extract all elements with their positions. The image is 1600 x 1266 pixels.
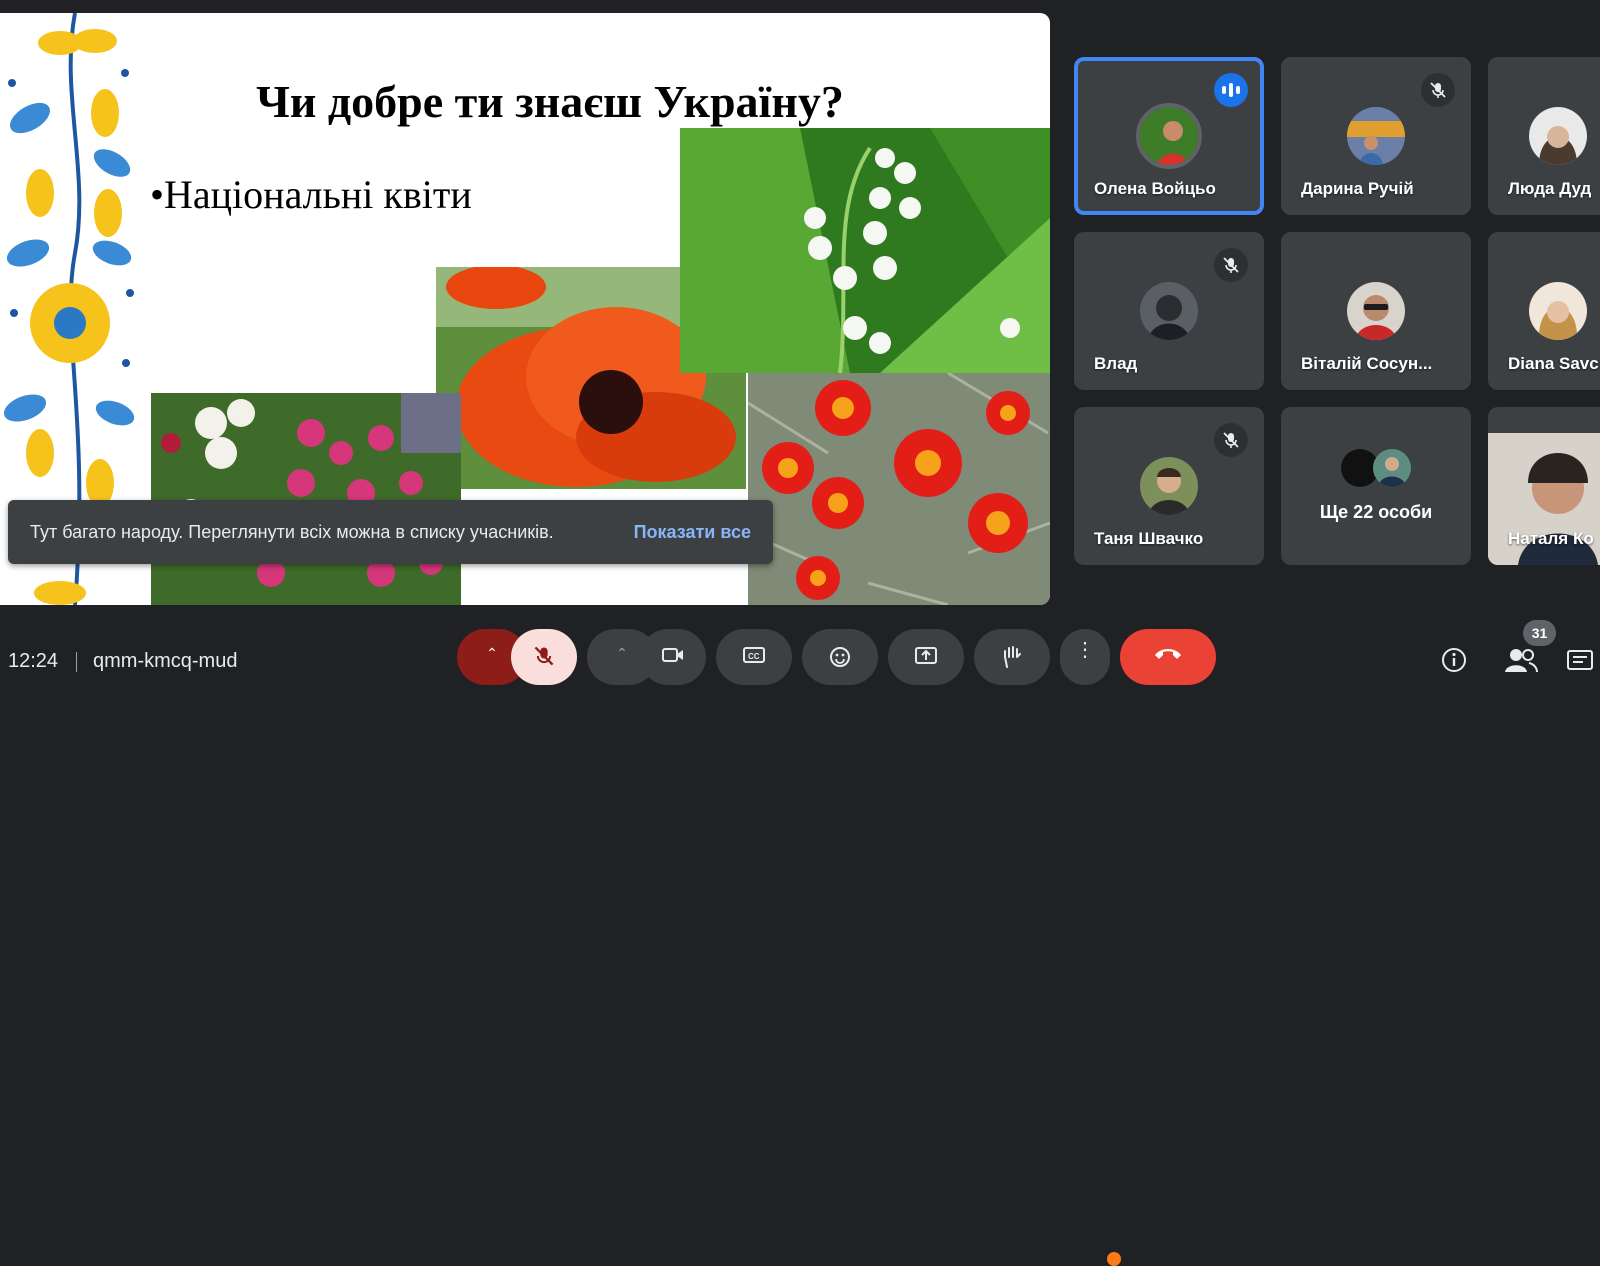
chat-icon	[1567, 650, 1593, 670]
reactions-button[interactable]	[802, 629, 878, 685]
mic-off-icon	[1214, 248, 1248, 282]
chat-button[interactable]	[1565, 648, 1595, 679]
participants-toast: Тут багато народу. Переглянути всіх можн…	[8, 500, 773, 564]
avatar	[1529, 107, 1587, 165]
present-icon	[915, 647, 937, 664]
lily-of-the-valley-photo	[680, 128, 1050, 373]
participant-tile[interactable]: Таня Швачко	[1074, 407, 1264, 565]
bottom-control-bar: 12:24 qmm-kmcq-mud ⌃ ⌃ CC ⋮	[0, 620, 1600, 1266]
info-icon	[1442, 648, 1466, 672]
avatar	[1347, 107, 1405, 165]
participant-tile[interactable]: Віталій Сосун...	[1281, 232, 1471, 390]
participant-name: Дарина Ручій	[1301, 179, 1414, 198]
microphone-toggle-button[interactable]	[511, 629, 577, 685]
people-button[interactable]	[1504, 646, 1538, 679]
participant-tile[interactable]: Люда Дуд	[1488, 57, 1600, 215]
participant-tile[interactable]: Diana Savc	[1488, 232, 1600, 390]
slide-bullet: •Національні квіти	[150, 172, 472, 217]
avatar	[1373, 449, 1411, 487]
end-call-icon	[1155, 649, 1181, 659]
svg-text:CC: CC	[748, 652, 760, 661]
avatar	[1136, 103, 1202, 169]
avatar	[1347, 282, 1405, 340]
closed-captions-icon: CC	[743, 647, 765, 663]
avatar	[1140, 457, 1198, 515]
show-all-button[interactable]: Показати все	[634, 522, 751, 543]
people-icon	[1505, 649, 1538, 673]
participant-tile[interactable]: Олена Войцьо	[1074, 57, 1264, 215]
more-options-button[interactable]: ⋮	[1060, 629, 1110, 685]
more-participants-label: Ще 22 особи	[1319, 502, 1433, 522]
emoji-icon	[830, 647, 850, 667]
meet-window: Чи добре ти знаєш Україну? •Національні …	[0, 0, 1600, 1266]
mic-off-icon	[1421, 73, 1455, 107]
leave-call-button[interactable]	[1120, 629, 1216, 685]
participant-name: Таня Швачко	[1094, 529, 1204, 548]
participant-tile[interactable]: Дарина Ручій	[1281, 57, 1471, 215]
captions-button[interactable]: CC	[716, 629, 792, 685]
speaking-indicator-icon	[1214, 73, 1248, 107]
raise-hand-button[interactable]	[974, 629, 1050, 685]
participant-name: Віталій Сосун...	[1301, 354, 1433, 373]
meeting-code: qmm-kmcq-mud	[93, 650, 238, 672]
participant-name: Влад	[1094, 354, 1138, 373]
toast-message: Тут багато народу. Переглянути всіх можн…	[30, 521, 554, 542]
participant-name: Люда Дуд	[1508, 179, 1592, 198]
slide-title: Чи добре ти знаєш Україну?	[256, 76, 844, 127]
marigold-photo	[748, 373, 1050, 605]
notification-dot	[1107, 1252, 1121, 1266]
avatar	[1529, 282, 1587, 340]
more-participants-tile[interactable]: Ще 22 особи	[1281, 407, 1471, 565]
mic-off-icon	[534, 646, 554, 666]
video-camera-icon	[662, 648, 683, 662]
more-vert-icon: ⋮	[1075, 639, 1095, 661]
chevron-up-icon: ⌃	[616, 645, 628, 661]
hand-icon	[1004, 646, 1021, 668]
participant-tile[interactable]: Наталя Ко	[1488, 407, 1600, 565]
chevron-up-icon: ⌃	[486, 645, 498, 661]
participant-name: Diana Savc	[1508, 354, 1599, 373]
participant-count-badge: 31	[1523, 620, 1556, 646]
mic-off-icon	[1214, 423, 1248, 457]
participant-tile[interactable]: Влад	[1074, 232, 1264, 390]
participant-name: Наталя Ко	[1508, 529, 1594, 548]
mallow-photo	[151, 393, 461, 605]
camera-toggle-button[interactable]	[640, 629, 706, 685]
participant-name: Олена Войцьо	[1094, 179, 1216, 198]
clock: 12:24	[8, 650, 59, 672]
avatar	[1140, 282, 1198, 340]
divider	[76, 652, 77, 672]
present-screen-button[interactable]	[888, 629, 964, 685]
meeting-info-button[interactable]	[1440, 646, 1468, 679]
